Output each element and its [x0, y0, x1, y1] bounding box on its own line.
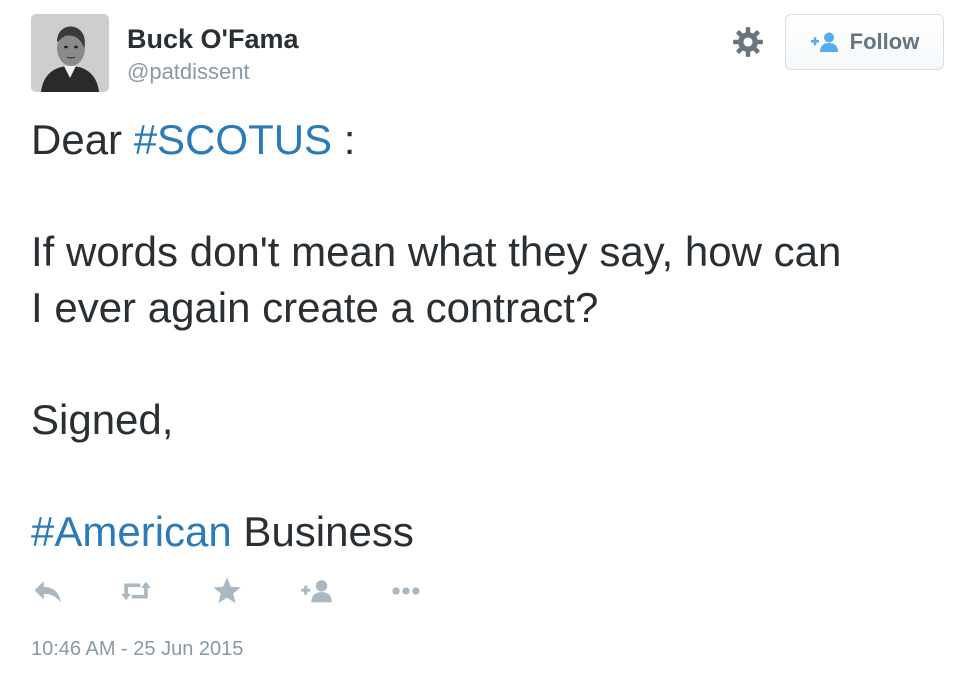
display-name[interactable]: Buck O'Fama	[127, 22, 298, 56]
add-user-icon	[810, 32, 838, 52]
tweet-line: If words don't mean what they say, how c…	[31, 228, 842, 275]
hashtag-link[interactable]: #American	[31, 508, 232, 555]
user-handle[interactable]: @patdissent	[127, 58, 250, 86]
tweet-line: #American Business	[31, 504, 961, 560]
follow-user-icon[interactable]	[300, 574, 334, 608]
retweet-icon[interactable]	[119, 574, 153, 608]
hashtag-link[interactable]: #SCOTUS	[134, 116, 332, 163]
follow-button[interactable]: Follow	[785, 14, 944, 70]
more-icon[interactable]	[389, 574, 423, 608]
favorite-icon[interactable]	[210, 574, 244, 608]
avatar[interactable]	[31, 14, 109, 92]
tweet-text-segment: Business	[231, 508, 414, 555]
tweet-text-segment: :	[332, 116, 356, 163]
timestamp[interactable]: 10:46 AM - 25 Jun 2015	[31, 636, 243, 662]
tweet-line: Signed,	[31, 396, 174, 443]
tweet-text: Dear #SCOTUS : If words don't mean what …	[31, 112, 961, 560]
gear-icon[interactable]	[731, 25, 765, 59]
follow-label: Follow	[849, 29, 920, 54]
tweet-line: I ever again create a contract?	[31, 284, 599, 331]
reply-icon[interactable]	[31, 574, 65, 608]
tweet-line: Dear #SCOTUS :	[31, 112, 961, 168]
tweet-card: Buck O'Fama @patdissent Follow Dear #SCO…	[0, 0, 980, 679]
tweet-text-segment: Dear	[31, 116, 134, 163]
